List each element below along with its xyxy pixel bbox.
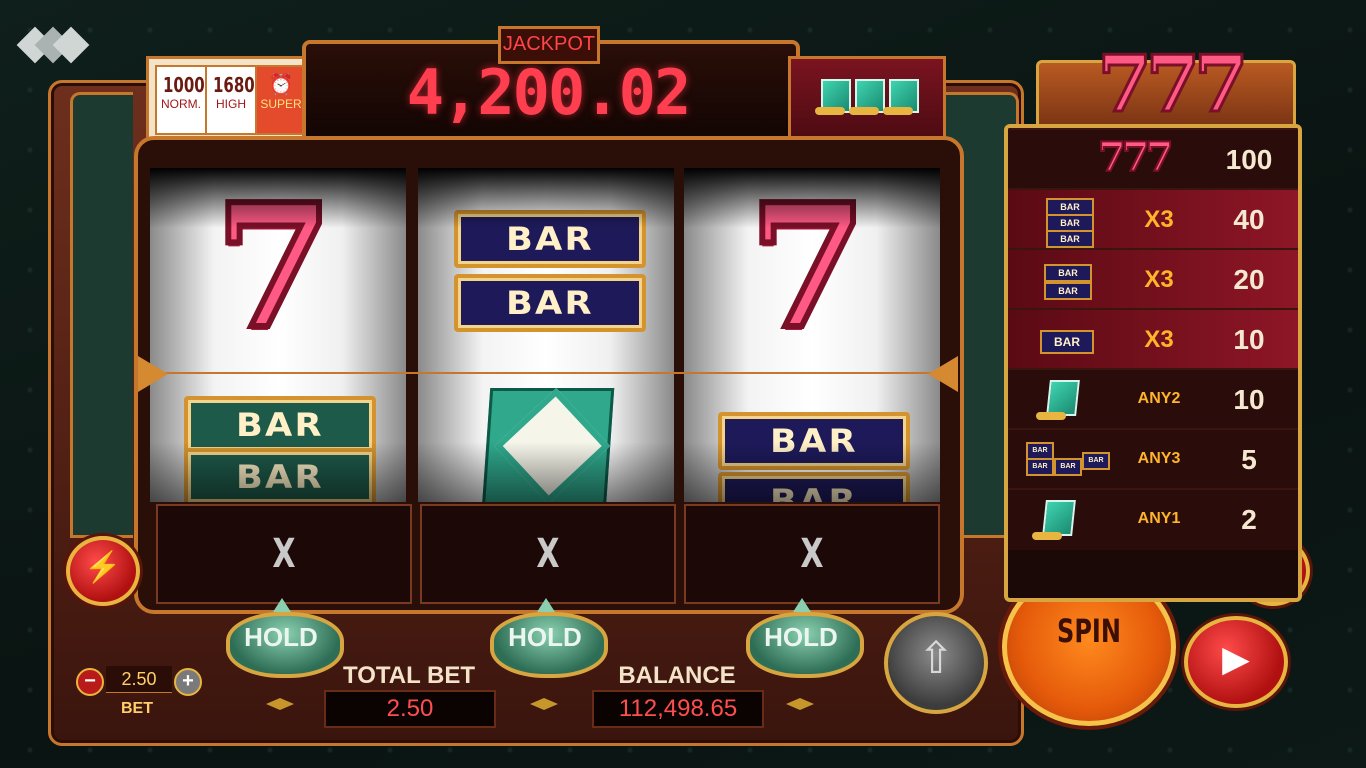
bet-control: − 2.50 + bbox=[76, 666, 202, 696]
hold-button-3[interactable]: HOLD bbox=[746, 598, 864, 678]
total-bet-value: 2.50 bbox=[324, 690, 496, 728]
diamond-marker bbox=[258, 698, 302, 710]
bar-symbol: BAR bbox=[718, 472, 910, 502]
reel-3: 7 BAR BAR bbox=[684, 168, 940, 502]
quick-play-button[interactable]: ▶ bbox=[1184, 616, 1288, 708]
any-bar-symbol: BAR BAR BAR BAR bbox=[1026, 438, 1110, 482]
paytable-row: ANY2 10 bbox=[1008, 368, 1298, 430]
card-symbol bbox=[481, 388, 615, 502]
paytable-row: 777 100 bbox=[1008, 128, 1298, 190]
paytable-payout: 10 bbox=[1233, 384, 1265, 415]
paytable-row: BAR BAR X3 20 bbox=[1008, 248, 1298, 310]
paytable-multiplier: X3 bbox=[1144, 266, 1174, 293]
bet-increase-button[interactable]: + bbox=[174, 668, 202, 696]
bet-label: BET bbox=[121, 700, 153, 717]
play-circle-icon: ▶ bbox=[1222, 638, 1250, 679]
mode-super[interactable]: ⏰ SUPER bbox=[255, 65, 307, 135]
mode-normal-label: NORM. bbox=[161, 97, 201, 111]
hold-label: HOLD bbox=[244, 622, 318, 652]
hold-button-2[interactable]: HOLD bbox=[490, 598, 608, 678]
spin-label: SPIN bbox=[1057, 612, 1121, 650]
hold-label: HOLD bbox=[508, 622, 582, 652]
hold-button-1[interactable]: HOLD bbox=[226, 598, 344, 678]
paytable-payout: 100 bbox=[1225, 144, 1273, 175]
reel-result-3: X bbox=[684, 504, 940, 604]
diamond-marker bbox=[522, 698, 566, 710]
autoplay-button[interactable]: ⇧ bbox=[884, 612, 988, 714]
hold-label: HOLD bbox=[764, 622, 838, 652]
reel-2: BAR BAR bbox=[418, 168, 674, 502]
total-bet-label: TOTAL BET bbox=[343, 662, 475, 689]
payline-arrow-right bbox=[928, 356, 958, 392]
paytable-multiplier: ANY2 bbox=[1137, 390, 1181, 407]
alarm-icon: ⏰ bbox=[268, 74, 294, 96]
single-bar-symbol: BAR bbox=[1026, 318, 1102, 362]
paytable-multiplier: ANY1 bbox=[1137, 510, 1181, 527]
mode-normal-value: 1000 bbox=[163, 73, 205, 97]
card-symbol bbox=[1026, 378, 1102, 422]
bar-symbol: BAR bbox=[184, 396, 376, 454]
balance-label: BALANCE bbox=[618, 662, 736, 689]
seven-symbol: 7 bbox=[746, 168, 870, 367]
paytable-logo: 777 bbox=[1096, 38, 1250, 131]
paytable-row: BAR BAR BAR X3 40 bbox=[1008, 188, 1298, 250]
lightning-icon: ⚡ bbox=[84, 551, 122, 584]
paytable-multiplier: ANY3 bbox=[1137, 450, 1181, 467]
paytable-payout: 10 bbox=[1233, 324, 1265, 355]
mode-normal[interactable]: 1000 NORM. bbox=[155, 65, 207, 135]
jackpot-value: 4,200.02 bbox=[406, 56, 692, 129]
bar-symbol: BAR bbox=[718, 412, 910, 470]
payline-arrow-left bbox=[138, 356, 168, 392]
bar-symbol: BAR bbox=[454, 274, 646, 332]
reel-result-1: X bbox=[156, 504, 412, 604]
paytable-multiplier: X3 bbox=[1144, 206, 1174, 233]
paytable-row: BAR X3 10 bbox=[1008, 308, 1298, 370]
double-bar-symbol: BAR BAR bbox=[1026, 258, 1102, 302]
balance-value: 112,498.65 bbox=[592, 690, 764, 728]
diamond-marker bbox=[778, 698, 822, 710]
reel-result-2: X bbox=[420, 504, 676, 604]
reel-1: 7 BAR BAR bbox=[150, 168, 406, 502]
bet-value: 2.50 bbox=[106, 666, 172, 693]
paytable-payout: 2 bbox=[1241, 504, 1257, 535]
paytable-row: BAR BAR BAR BAR ANY3 5 bbox=[1008, 428, 1298, 490]
card-symbol bbox=[1026, 498, 1102, 542]
mode-high-label: HIGH bbox=[216, 97, 246, 111]
cabinet-wing-left bbox=[70, 92, 133, 538]
bar-symbol: BAR bbox=[454, 210, 646, 268]
paytable-payout: 20 bbox=[1233, 264, 1265, 295]
paytable-payout: 40 bbox=[1233, 204, 1265, 235]
mode-super-label: SUPER bbox=[260, 97, 302, 111]
mode-high-value: 1680 bbox=[213, 73, 255, 97]
paytable-multiplier: X3 bbox=[1144, 326, 1174, 353]
arrow-up-icon: ⇧ bbox=[917, 634, 955, 683]
paytable-row: ANY1 2 bbox=[1008, 488, 1298, 550]
paytable-payout: 5 bbox=[1241, 444, 1257, 475]
brand-logo bbox=[16, 22, 98, 68]
payline bbox=[150, 372, 936, 374]
mode-selector: 1000 NORM. 1680 HIGH ⏰ SUPER bbox=[146, 56, 316, 140]
triple-bar-symbol: BAR BAR BAR bbox=[1026, 198, 1102, 248]
paytable: 777 100 BAR BAR BAR X3 40 BAR BAR X3 20 … bbox=[1004, 124, 1302, 602]
gems-indicator bbox=[788, 56, 946, 140]
bet-decrease-button[interactable]: − bbox=[76, 668, 104, 696]
seven-symbol: 7 bbox=[212, 168, 336, 367]
bar-symbol: BAR bbox=[184, 448, 376, 502]
mode-high[interactable]: 1680 HIGH bbox=[205, 65, 257, 135]
turbo-button[interactable]: ⚡ bbox=[66, 536, 140, 606]
seven-symbol: 777 bbox=[1097, 133, 1174, 182]
